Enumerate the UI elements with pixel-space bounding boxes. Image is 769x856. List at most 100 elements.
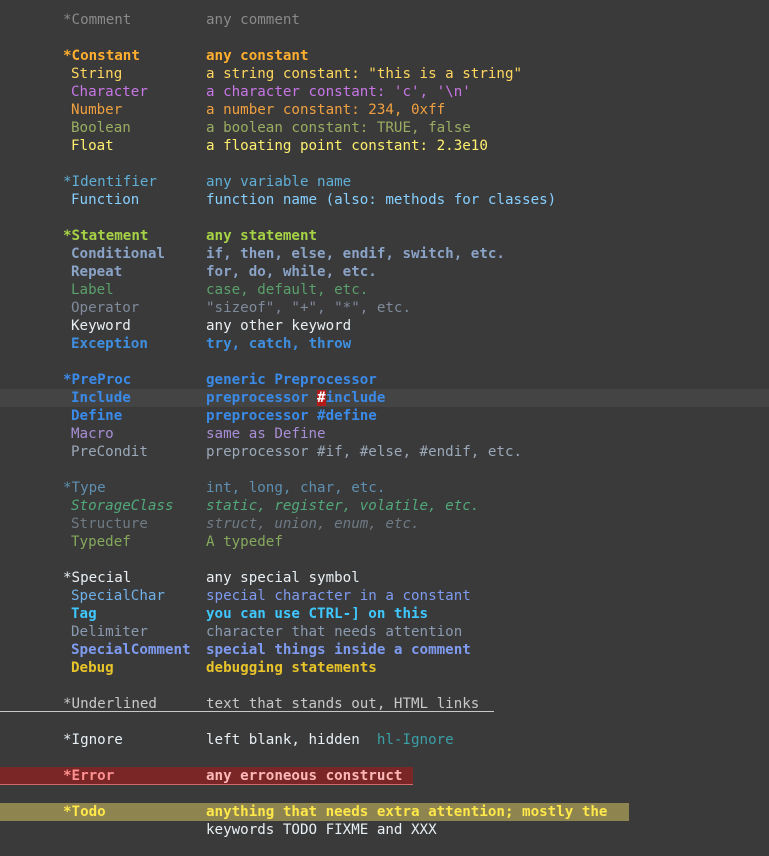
line-preproc: *PreProc generic Preprocessor [0,371,769,389]
group-name-storageclass: StorageClass [71,498,174,514]
line-float: Float a floating point constant: 2.3e10 [0,137,769,155]
group-name-tag: Tag [71,606,97,622]
group-desc-float: a floating point constant: 2.3e10 [206,138,488,154]
line-operator: Operator "sizeof", "+", "*", etc. [0,299,769,317]
group-name-statement: *Statement [63,228,149,244]
group-name-define: Define [71,408,123,424]
group-desc-storageclass: static, register, volatile, etc. [206,498,480,514]
line-include-cursorline[interactable]: Include preprocessor #include [0,389,769,407]
desc-include-before: preprocessor [206,390,318,406]
line-type: *Type int, long, char, etc. [0,479,769,497]
line-character: Character a character constant: 'c', '\n… [0,83,769,101]
group-name-ignore: *Ignore [63,732,123,748]
group-name-operator: Operator [71,300,140,316]
line-string: String a string constant: "this is a str… [0,65,769,83]
editor-buffer[interactable]: *Comment any comment *Constant any const… [0,0,769,856]
group-desc-include: preprocessor #include [206,389,385,407]
group-name-structure: Structure [71,516,148,532]
line-precondit: PreCondit preprocessor #if, #else, #endi… [0,443,769,461]
line-structure: Structure struct, union, enum, etc. [0,515,769,533]
line-identifier: *Identifier any variable name [0,173,769,191]
group-name-number: Number [71,102,123,118]
group-name-constant: *Constant [63,48,140,64]
group-desc-operator: "sizeof", "+", "*", etc. [206,300,411,316]
group-name-string: String [71,66,123,82]
group-desc-typedef: A typedef [206,534,283,550]
line-number: Number a number constant: 234, 0xff [0,101,769,119]
group-name-identifier: *Identifier [63,174,157,190]
line-label: Label case, default, etc. [0,281,769,299]
group-desc-todo: anything that needs extra attention; mos… [206,804,608,820]
group-name-specialchar: SpecialChar [71,588,165,604]
line-underlined: *Underlined text that stands out, HTML l… [0,695,769,713]
group-desc-identifier: any variable name [206,174,352,190]
group-name-character: Character [71,84,148,100]
group-desc-specialcomment: special things inside a comment [206,642,471,658]
line-tag: Tag you can use CTRL-] on this [0,605,769,623]
line-delimiter: Delimiter character that needs attention [0,623,769,641]
group-name-include: Include [71,390,131,406]
group-desc-repeat: for, do, while, etc. [206,264,377,280]
group-name-keyword: Keyword [71,318,131,334]
line-conditional: Conditional if, then, else, endif, switc… [0,245,769,263]
group-name-todo: *Todo [63,804,106,820]
group-desc-define: preprocessor #define [206,408,377,424]
line-todo: *Todo anything that needs extra attentio… [0,803,769,821]
group-name-comment: *Comment [63,12,132,28]
group-desc-ignore: left blank, hidden hl-Ignore [206,731,454,749]
group-name-conditional: Conditional [71,246,165,262]
line-specialchar: SpecialChar special character in a const… [0,587,769,605]
group-desc-debug: debugging statements [206,660,377,676]
group-desc-special: any special symbol [206,570,360,586]
desc-include-after: include [325,390,386,406]
group-name-special: *Special [63,570,132,586]
group-desc-tag: you can use CTRL-] on this [206,606,429,622]
group-desc-number: a number constant: 234, 0xff [206,102,446,118]
line-exception: Exception try, catch, throw [0,335,769,353]
line-define: Define preprocessor #define [0,407,769,425]
line-statement: *Statement any statement [0,227,769,245]
group-name-label: Label [71,282,114,298]
group-name-exception: Exception [71,336,148,352]
line-todo-continued: keywords TODO FIXME and XXX [0,821,769,839]
group-name-preproc: *PreProc [63,372,132,388]
group-name-boolean: Boolean [71,120,131,136]
line-repeat: Repeat for, do, while, etc. [0,263,769,281]
group-desc-statement: any statement [206,228,318,244]
group-desc-constant: any constant [206,48,309,64]
group-desc-type: int, long, char, etc. [206,480,386,496]
line-boolean: Boolean a boolean constant: TRUE, false [0,119,769,137]
hl-ignore-link[interactable]: hl-Ignore [377,732,454,748]
group-name-specialcomment: SpecialComment [71,642,191,658]
group-name-float: Float [71,138,114,154]
group-desc-todo-continued: keywords TODO FIXME and XXX [206,822,437,838]
group-desc-character: a character constant: 'c', '\n' [206,84,471,100]
line-comment: *Comment any comment [0,11,769,29]
line-ignore: *Ignore left blank, hidden hl-Ignore [0,731,769,749]
underline-rule [0,711,494,712]
group-desc-boolean: a boolean constant: TRUE, false [206,120,471,136]
group-desc-string: a string constant: "this is a string" [206,66,523,82]
group-name-typedef: Typedef [71,534,131,550]
group-name-function: Function [71,192,140,208]
group-desc-comment: any comment [206,12,300,28]
text-cursor[interactable]: # [317,390,326,406]
group-desc-structure: struct, union, enum, etc. [206,516,420,532]
group-name-repeat: Repeat [71,264,123,280]
group-desc-macro: same as Define [206,426,326,442]
group-desc-specialchar: special character in a constant [206,588,471,604]
group-desc-keyword: any other keyword [206,318,352,334]
line-specialcomment: SpecialComment special things inside a c… [0,641,769,659]
group-desc-delimiter: character that needs attention [206,624,463,640]
line-function: Function function name (also: methods fo… [0,191,769,209]
line-debug: Debug debugging statements [0,659,769,677]
group-desc-error: any erroneous construct [206,768,403,784]
group-name-error: *Error [63,768,115,784]
line-macro: Macro same as Define [0,425,769,443]
group-desc-precondit: preprocessor #if, #else, #endif, etc. [206,444,523,460]
group-name-macro: Macro [71,426,114,442]
group-desc-conditional: if, then, else, endif, switch, etc. [206,246,505,262]
group-name-type: *Type [63,480,106,496]
group-desc-preproc: generic Preprocessor [206,372,377,388]
line-special: *Special any special symbol [0,569,769,587]
